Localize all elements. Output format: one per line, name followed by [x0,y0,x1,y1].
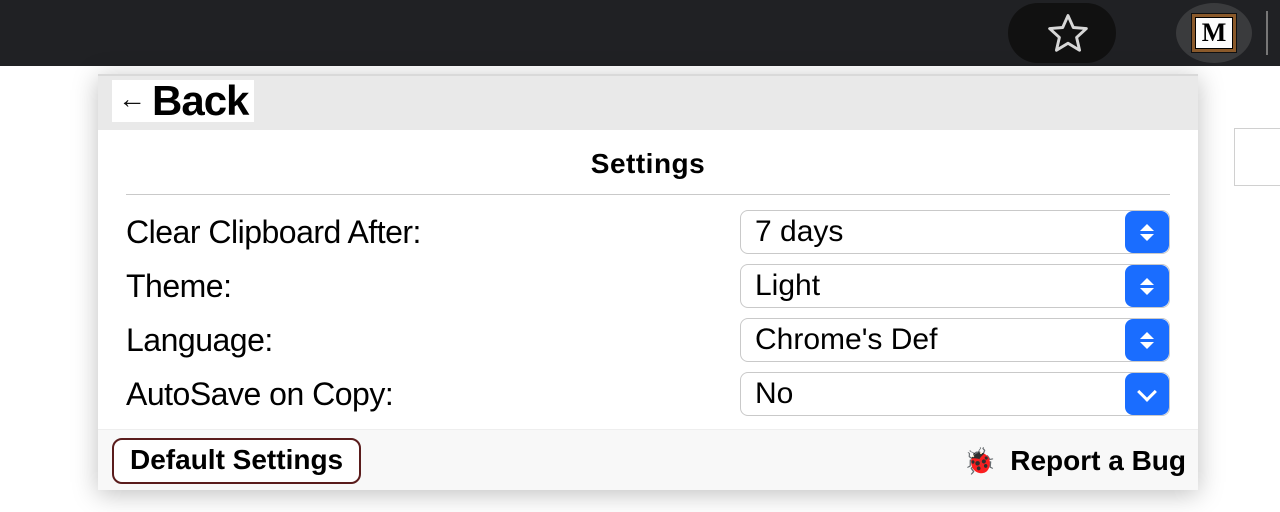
extension-button[interactable]: M [1176,3,1252,63]
toolbar-separator [1266,11,1268,55]
select-value: Chrome's Def [741,323,1125,357]
chevron-down-icon [1125,373,1169,415]
select-value: Light [741,269,1125,303]
back-label: Back [152,80,248,122]
row-theme: Theme: Light [126,259,1170,313]
row-label: Clear Clipboard After: [126,214,421,251]
clear-clipboard-select[interactable]: 7 days [740,210,1170,254]
language-select[interactable]: Chrome's Def [740,318,1170,362]
bookmark-star-button[interactable] [1008,3,1116,63]
row-label: Language: [126,322,273,359]
row-clear-clipboard: Clear Clipboard After: 7 days [126,205,1170,259]
settings-title: Settings [98,130,1198,194]
settings-popup: ← Back Settings Clear Clipboard After: 7… [98,74,1198,490]
bug-icon: 🐞 [964,446,996,477]
star-icon [1046,11,1090,55]
back-arrow-icon: ← [112,85,152,117]
extension-icon: M [1191,13,1237,53]
theme-select[interactable]: Light [740,264,1170,308]
background-page-stub [1234,128,1280,186]
popup-header: ← Back [98,74,1198,130]
report-bug-link[interactable]: 🐞 Report a Bug [964,445,1186,477]
row-language: Language: Chrome's Def [126,313,1170,367]
select-value: No [741,377,1125,411]
select-stepper-icon [1125,265,1169,307]
popup-footer: Default Settings 🐞 Report a Bug [98,429,1198,490]
extension-icon-glyph: M [1195,17,1233,49]
select-value: 7 days [741,215,1125,249]
settings-rows: Clear Clipboard After: 7 days Theme: Lig… [98,195,1198,429]
row-label: Theme: [126,268,231,305]
autosave-select[interactable]: No [740,372,1170,416]
row-autosave: AutoSave on Copy: No [126,367,1170,421]
row-label: AutoSave on Copy: [126,376,393,413]
select-stepper-icon [1125,211,1169,253]
report-bug-label: Report a Bug [1010,445,1186,477]
select-stepper-icon [1125,319,1169,361]
browser-toolbar: M [0,0,1280,66]
default-settings-button[interactable]: Default Settings [112,438,361,484]
back-button[interactable]: ← Back [112,80,254,122]
